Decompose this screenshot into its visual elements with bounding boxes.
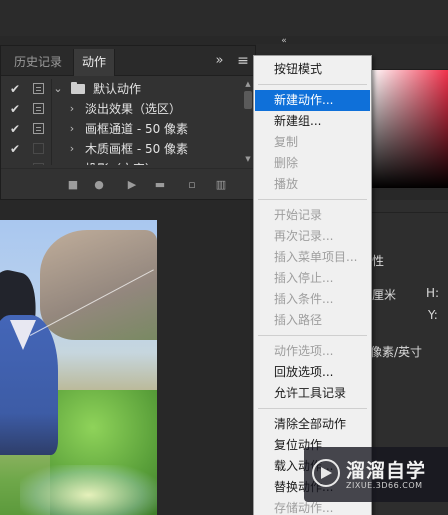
menu-separator [258, 199, 367, 200]
row-divider [51, 159, 52, 165]
watermark-logo-icon [312, 459, 340, 487]
chevron-right-icon[interactable]: › [66, 159, 78, 165]
row-divider [51, 139, 52, 159]
new-action-icon[interactable]: ▫ [184, 177, 200, 193]
tab-history[interactable]: 历史记录 [6, 49, 70, 76]
menu-item: 插入菜单项目... [274, 250, 358, 264]
menu-item[interactable]: 回放选项... [255, 362, 370, 383]
menu-separator [258, 408, 367, 409]
watermark-title: 溜溜自学 [346, 460, 427, 482]
watermark-overlay: 溜溜自学 ZIXUE.3D66.COM [304, 447, 448, 502]
row-divider [51, 119, 52, 139]
menu-item: 复制 [274, 135, 299, 149]
watermark-url: ZIXUE.3D66.COM [346, 481, 423, 490]
dialog-toggle-icon[interactable] [33, 103, 44, 114]
action-label: 画框通道 - 50 像素 [85, 122, 189, 136]
action-row[interactable]: ✔ › 投影（文字） [1, 159, 241, 165]
menu-item: 插入条件... [274, 292, 334, 306]
menu-item: 动作选项... [274, 344, 334, 358]
play-icon[interactable]: ▶ [124, 177, 140, 193]
chevron-right-icon[interactable]: › [66, 139, 78, 159]
stop-icon[interactable]: ■ [65, 177, 81, 193]
color-picker-field[interactable] [370, 70, 448, 188]
menu-item: 删除 [274, 156, 299, 170]
expand-panel-icon[interactable]: » [209, 52, 227, 70]
action-label: 投影（文字） [85, 159, 157, 165]
dialog-toggle-icon[interactable] [33, 123, 44, 134]
action-row[interactable]: ✔ › 木质画框 - 50 像素 [1, 139, 241, 159]
chevron-right-icon[interactable]: › [66, 99, 78, 119]
menu-separator [258, 84, 367, 85]
new-set-folder-icon[interactable]: ▬ [152, 177, 168, 193]
actions-flyout-menu: 按钮模式新建动作... 新建组... 复制删除播放开始记录再次记录... 插入菜单项目… [253, 55, 372, 515]
menu-item: 播放 [274, 177, 299, 191]
action-row[interactable]: ✔ › 画框通道 - 50 像素 [1, 119, 241, 139]
action-label: 淡出效果（选区） [85, 102, 182, 116]
action-list: ✔ ⌄ 默认动作 ✔ › 淡出效果（选区） ✔ › 画框通道 - 50 像素 ✔ › 木质画框 - 5… [1, 79, 241, 165]
toggle-check-icon[interactable]: ✔ [8, 159, 22, 165]
action-label: 木质画框 - 50 像素 [85, 142, 189, 156]
dialog-toggle-icon[interactable] [33, 143, 44, 154]
height-field-label: H: [426, 286, 440, 300]
chevron-down-icon[interactable]: ⌄ [52, 79, 64, 99]
unit-cm-fragment: 厘米 [372, 288, 397, 302]
record-icon[interactable]: ● [91, 177, 107, 193]
menu-item[interactable]: 清除全部动作 [255, 414, 370, 435]
panel-menu-icon[interactable]: ≡ [234, 52, 252, 70]
folder-icon [71, 82, 85, 94]
row-divider [51, 99, 52, 119]
canvas-artwork [0, 220, 157, 515]
toggle-check-icon[interactable]: ✔ [8, 139, 22, 159]
tab-actions[interactable]: 动作 [73, 49, 116, 76]
menu-item: 开始记录 [274, 208, 323, 222]
scroll-thumb[interactable] [244, 91, 252, 109]
resolution-unit-fragment: 像素/英寸 [370, 345, 423, 359]
panel-tab-bar: 历史记录 动作 » ≡ [1, 46, 255, 76]
toggle-check-icon[interactable]: ✔ [8, 79, 22, 99]
menu-item[interactable]: 允许工具记录 [255, 383, 370, 404]
actions-panel: 历史记录 动作 » ≡ ✔ ⌄ 默认动作 ✔ › 淡出效果（选区） ✔ › 画框通道 - 50 … [0, 45, 256, 200]
menu-item: 再次记录... [274, 229, 334, 243]
menu-item[interactable]: 按钮模式 [255, 59, 370, 80]
action-label: 默认动作 [93, 82, 142, 96]
menu-item[interactable]: 新建动作... [255, 90, 370, 111]
dialog-toggle-icon[interactable] [33, 83, 44, 94]
action-set-row[interactable]: ✔ ⌄ 默认动作 [1, 79, 241, 99]
action-row[interactable]: ✔ › 淡出效果（选区） [1, 99, 241, 119]
top-panel-strip [0, 0, 448, 36]
actions-bottom-toolbar: ■ ● ▶ ▬ ▫ ▥ [1, 168, 255, 200]
toggle-check-icon[interactable]: ✔ [8, 99, 22, 119]
artwork-glow [20, 465, 157, 515]
toggle-check-icon[interactable]: ✔ [8, 119, 22, 139]
menu-item: 插入路径 [274, 313, 323, 327]
properties-label-fragment: 性 [372, 254, 385, 268]
menu-item: 插入停止... [274, 271, 334, 285]
menu-item[interactable]: 新建组... [255, 111, 370, 132]
dialog-toggle-icon[interactable] [33, 163, 44, 165]
chevron-right-icon[interactable]: › [66, 119, 78, 139]
y-field-label: Y: [428, 308, 438, 322]
trash-icon[interactable]: ▥ [213, 177, 229, 193]
menu-separator [258, 335, 367, 336]
artwork-rock [40, 230, 157, 340]
